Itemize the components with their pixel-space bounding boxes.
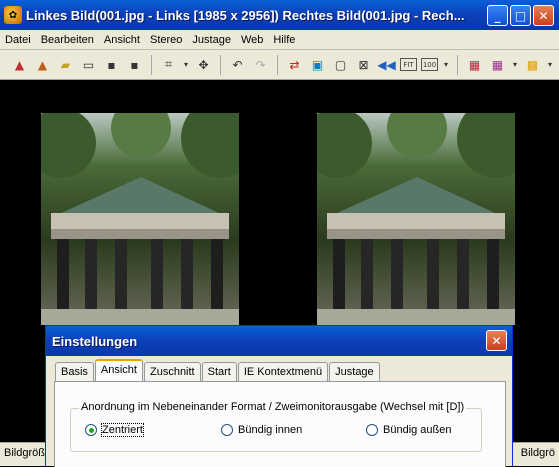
dialog-tabs: Basis Ansicht Zuschnitt Start IE Kontext… [55,359,381,382]
arrangement-group-label: Anordnung im Nebeneinander Format / Zwei… [79,401,467,413]
title-bar[interactable]: ✿ Linkes Bild(001.jpg - Links [1985 x 29… [0,0,559,30]
align-icon[interactable]: ◀◀ [377,55,396,74]
frame-icon[interactable]: ▢ [331,55,350,74]
color-mode-icon[interactable]: ▩ [523,55,542,74]
tab-ie-kontextmenue[interactable]: IE Kontextmenü [237,362,329,382]
menu-bearbeiten[interactable]: Bearbeiten [36,34,99,46]
radio-buendig-innen-label: Bündig innen [238,424,303,436]
fit-button[interactable]: FIT [400,58,417,71]
radio-buendig-aussen-label: Bündig außen [383,424,452,436]
settings-dialog: Einstellungen ✕ Basis Ansicht Zuschnitt … [45,325,513,467]
dropdown-arrow-icon[interactable]: ▾ [546,55,554,74]
pavilion-photo-left [41,113,239,325]
menu-justage[interactable]: Justage [187,34,236,46]
window-title: Linkes Bild(001.jpg - Links [1985 x 2956… [26,7,465,23]
menu-web[interactable]: Web [236,34,268,46]
tab-start[interactable]: Start [201,362,237,382]
toolbar-separator [457,54,458,75]
radio-unchecked-icon [366,424,378,436]
open-left-icon[interactable]: ▲ [33,55,52,74]
tab-zuschnitt[interactable]: Zuschnitt [143,362,201,382]
radio-unchecked-icon [221,424,233,436]
tab-justage[interactable]: Justage [329,362,380,382]
app-icon[interactable]: ✿ [4,6,22,24]
close-button[interactable]: ✕ [533,5,554,26]
save-all-icon[interactable]: ▪ [125,55,144,74]
side-by-side-icon[interactable]: ▣ [308,55,327,74]
menu-datei[interactable]: Datei [0,34,36,46]
tab-ansicht[interactable]: Ansicht [94,359,143,382]
open-window-icon[interactable]: ▭ [79,55,98,74]
move-icon[interactable]: ✥ [194,55,213,74]
fullscreen-icon[interactable]: ⊠ [354,55,373,74]
undo-icon[interactable]: ↶ [228,55,247,74]
tab-panel-ansicht: Anordnung im Nebeneinander Format / Zwei… [54,381,506,467]
dialog-title: Einstellungen [52,333,138,349]
menu-ansicht[interactable]: Ansicht [99,34,145,46]
toolbar-separator [220,54,221,75]
toolbar: ▲ ▲ ▰ ▭ ▪ ▪ ⌗ ▾ ✥ ↶ ↷ ⇄ ▣ ▢ ⊠ ◀◀ FIT 100… [0,50,559,80]
radio-buendig-aussen[interactable]: Bündig außen [366,424,452,436]
pavilion-photo-right [317,113,515,325]
swap-icon[interactable]: ⇄ [285,55,304,74]
anaglyph-red-cyan-icon[interactable]: ▦ [465,55,484,74]
toolbar-separator [151,54,152,75]
open-stereo-icon[interactable]: ▲ [10,55,29,74]
open-folder-icon[interactable]: ▰ [56,55,75,74]
right-image[interactable] [317,113,515,325]
radio-zentriert-label: Zentriert [101,423,144,437]
radio-buendig-innen[interactable]: Bündig innen [221,424,302,436]
anaglyph-mode-icon[interactable]: ▦ [488,55,507,74]
dialog-title-bar[interactable]: Einstellungen [46,326,512,356]
zoom-100-button[interactable]: 100 [421,58,438,71]
save-icon[interactable]: ▪ [102,55,121,74]
radio-checked-icon [85,424,97,436]
dropdown-arrow-icon[interactable]: ▾ [442,55,450,74]
tab-basis[interactable]: Basis [55,362,94,382]
arrangement-group: Anordnung im Nebeneinander Format / Zwei… [70,401,482,452]
main-window: ✿ Linkes Bild(001.jpg - Links [1985 x 29… [0,0,559,467]
dialog-close-button[interactable]: ✕ [486,330,507,351]
status-right: Bildgrö [520,447,555,459]
toolbar-separator [277,54,278,75]
radio-zentriert[interactable]: Zentriert [85,423,144,437]
minimize-button[interactable]: _ [487,5,508,26]
crop-icon[interactable]: ⌗ [159,55,178,74]
maximize-button[interactable]: □ [510,5,531,26]
dropdown-arrow-icon[interactable]: ▾ [511,55,519,74]
redo-icon[interactable]: ↷ [251,55,270,74]
menu-stereo[interactable]: Stereo [145,34,187,46]
menu-hilfe[interactable]: Hilfe [268,34,300,46]
left-image[interactable] [41,113,239,325]
dropdown-arrow-icon[interactable]: ▾ [182,55,190,74]
menu-bar: Datei Bearbeiten Ansicht Stereo Justage … [0,30,559,50]
